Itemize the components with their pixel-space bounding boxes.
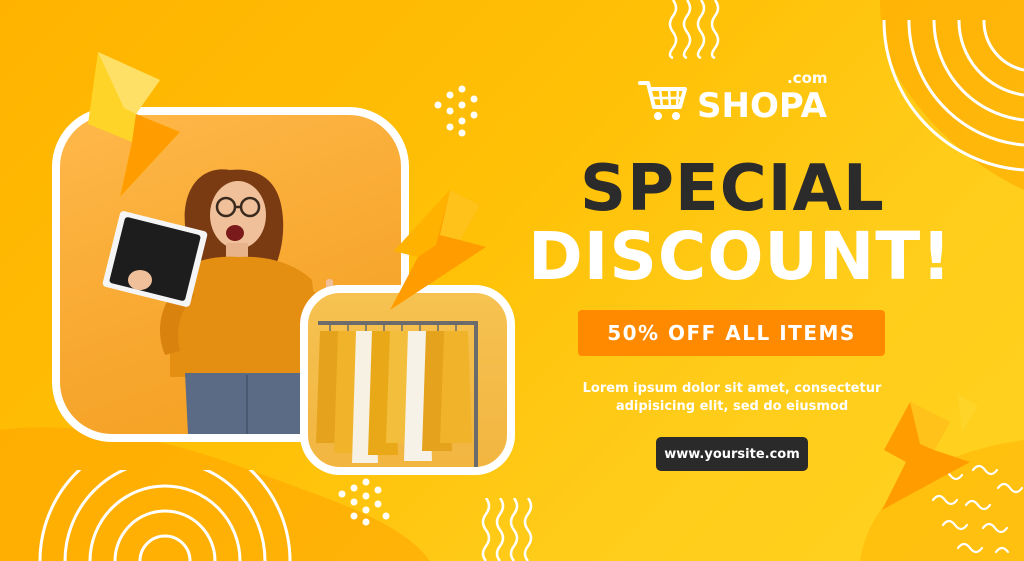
website-button[interactable]: www.yoursite.com bbox=[656, 437, 808, 471]
clothes-rack-illustration bbox=[316, 321, 478, 467]
description-line2: adipisicing elit, sed do eiusmod bbox=[615, 399, 849, 414]
description-line1: Lorem ipsum dolor sit amet, consectetur bbox=[582, 381, 882, 396]
description: Lorem ipsum dolor sit amet, consectetur … bbox=[560, 380, 904, 416]
offer-label: 50% OFF ALL ITEMS bbox=[607, 321, 856, 345]
concentric-arcs-icon bbox=[38, 470, 292, 561]
wavy-lines-icon bbox=[668, 0, 720, 60]
brand-suffix: .com bbox=[787, 69, 828, 87]
brand-name: SHOPA bbox=[697, 86, 827, 126]
wavy-lines-icon bbox=[481, 498, 533, 561]
offer-badge: 50% OFF ALL ITEMS bbox=[578, 310, 885, 356]
lightning-bolt-icon bbox=[390, 190, 486, 310]
headline-line2: DISCOUNT! bbox=[528, 218, 953, 295]
lightning-bolt-icon bbox=[88, 52, 180, 197]
dot-cluster-icon bbox=[434, 85, 478, 137]
dot-cluster-icon bbox=[338, 478, 390, 526]
headline-line1: SPECIAL bbox=[580, 152, 885, 226]
website-button-label: www.yoursite.com bbox=[664, 446, 800, 462]
shopping-cart-icon bbox=[638, 81, 687, 120]
promo-banner: .com SHOPA SPECIAL DISCOUNT! 50% OFF ALL… bbox=[0, 0, 1024, 561]
